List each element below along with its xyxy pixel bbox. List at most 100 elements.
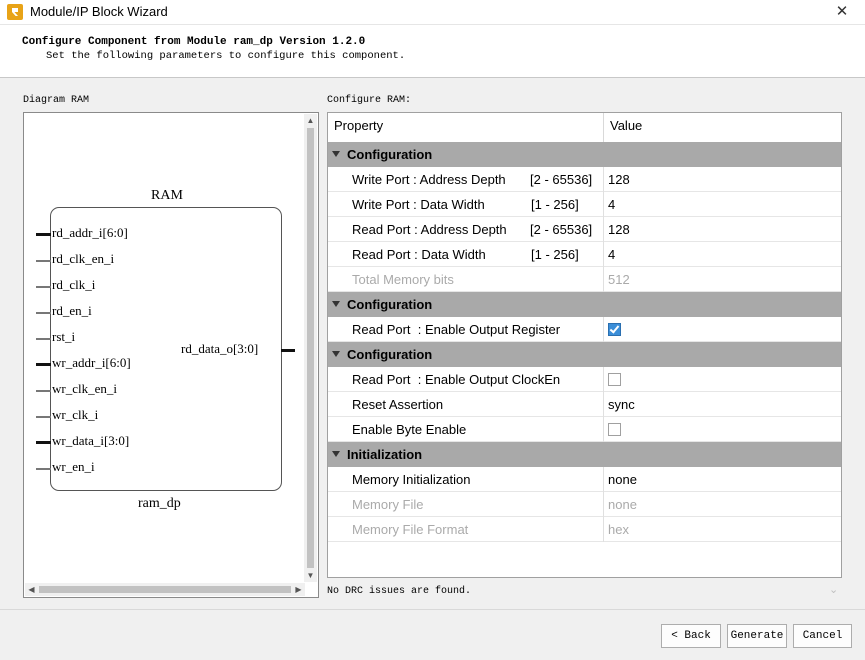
column-divider [603, 367, 604, 392]
group-row[interactable]: Configuration [328, 142, 841, 167]
port-label: rd_data_o[3:0] [181, 341, 259, 356]
table-row: Memory File Format hex [328, 517, 841, 542]
drc-status: No DRC issues are found. [327, 586, 472, 597]
column-divider [603, 167, 604, 192]
footer-separator [0, 609, 865, 610]
title-bar: Module/IP Block Wizard ✕ [0, 0, 865, 25]
column-divider [603, 317, 604, 342]
generate-button[interactable]: Generate [727, 624, 787, 648]
property-value[interactable]: 128 [608, 222, 630, 237]
property-name: Reset Assertion [352, 397, 444, 412]
port-label: rd_clk_en_i [52, 251, 115, 266]
column-divider [603, 267, 604, 292]
table-row[interactable]: Write Port : Data Width [1 - 256] 4 [328, 192, 841, 217]
app-icon [7, 4, 23, 20]
table-row[interactable]: Write Port : Address Depth [2 - 65536] 128 [328, 167, 841, 192]
property-value[interactable]: none [608, 472, 637, 487]
port-label: wr_clk_en_i [52, 381, 117, 396]
value-checkbox[interactable] [608, 323, 621, 336]
table-row: Total Memory bits 512 [328, 267, 841, 292]
group-row[interactable]: Configuration [328, 342, 841, 367]
port-pin [36, 312, 51, 314]
group-label: Configuration [347, 347, 433, 362]
property-value[interactable]: 128 [608, 172, 630, 187]
port-label: rst_i [52, 329, 76, 344]
table-row[interactable]: Read Port : Data Width [1 - 256] 4 [328, 242, 841, 267]
port-pin [36, 416, 51, 418]
port-pin [36, 441, 51, 444]
port-pin [281, 349, 295, 352]
chevron-down-icon[interactable]: ⌄ [829, 583, 838, 596]
ram-block-name: ram_dp [138, 496, 181, 511]
ram-block-title: RAM [151, 188, 183, 203]
column-divider [603, 467, 604, 492]
group-label: Configuration [347, 297, 433, 312]
scroll-thumb[interactable] [39, 586, 291, 593]
property-value[interactable]: 4 [608, 247, 615, 262]
header-title: Configure Component from Module ram_dp V… [22, 36, 366, 48]
property-table: Property Value Configuration Write Port :… [327, 112, 842, 578]
diagram-label: Diagram RAM [23, 95, 90, 106]
port-pin [36, 390, 51, 392]
window-title: Module/IP Block Wizard [30, 4, 168, 19]
column-divider [603, 192, 604, 217]
column-header-value: Value [610, 118, 643, 133]
property-range: [2 - 65536] [530, 222, 593, 237]
column-divider[interactable] [603, 113, 604, 142]
port-label: wr_data_i[3:0] [52, 433, 130, 448]
value-checkbox[interactable] [608, 373, 621, 386]
column-divider [603, 392, 604, 417]
group-row[interactable]: Initialization [328, 442, 841, 467]
config-label: Configure RAM: [327, 95, 412, 106]
wizard-header: Configure Component from Module ram_dp V… [0, 25, 865, 78]
diagram-panel: RAM rd_addr_i[6:0] rd_clk_en_i rd_clk_i rd_… [23, 112, 319, 598]
property-range: [1 - 256] [531, 247, 579, 262]
property-name: Enable Byte Enable [352, 422, 467, 437]
header-subtitle: Set the following parameters to configur… [46, 50, 406, 62]
property-range: [1 - 256] [531, 197, 579, 212]
property-name: Read Port : Enable Output Register [352, 322, 561, 337]
port-label: wr_clk_i [52, 407, 99, 422]
column-header-property: Property [334, 118, 384, 133]
chevron-down-icon[interactable] [332, 351, 340, 357]
back-button[interactable]: < Back [661, 624, 721, 648]
property-name: Read Port : Data Width [352, 247, 486, 262]
diagram-vertical-scrollbar[interactable]: ▲ ▼ [304, 114, 317, 582]
chevron-down-icon[interactable] [332, 151, 340, 157]
column-divider [603, 492, 604, 517]
group-label: Initialization [347, 447, 423, 462]
diagram-horizontal-scrollbar[interactable]: ◀ ▶ [25, 583, 305, 596]
property-name: Read Port : Address Depth [352, 222, 507, 237]
table-row[interactable]: Memory Initialization none [328, 467, 841, 492]
port-label: wr_en_i [52, 459, 95, 474]
chevron-down-icon[interactable] [332, 451, 340, 457]
port-pin [36, 286, 51, 288]
table-row[interactable]: Enable Byte Enable [328, 417, 841, 442]
property-name: Read Port : Enable Output ClockEn [352, 372, 561, 387]
port-pin [36, 260, 51, 262]
scroll-left-icon[interactable]: ◀ [25, 583, 38, 596]
scroll-right-icon[interactable]: ▶ [292, 583, 305, 596]
chevron-down-icon[interactable] [332, 301, 340, 307]
port-label: rd_en_i [52, 303, 92, 318]
scroll-up-icon[interactable]: ▲ [304, 114, 317, 127]
group-row[interactable]: Configuration [328, 292, 841, 317]
table-row[interactable]: Reset Assertion sync [328, 392, 841, 417]
column-divider [603, 242, 604, 267]
column-divider [603, 217, 604, 242]
property-value[interactable]: 4 [608, 197, 615, 212]
table-header: Property Value [328, 113, 841, 143]
group-label: Configuration [347, 147, 433, 162]
scroll-thumb[interactable] [307, 128, 314, 568]
scroll-down-icon[interactable]: ▼ [304, 569, 317, 582]
value-checkbox[interactable] [608, 423, 621, 436]
property-value[interactable]: sync [608, 397, 635, 412]
property-name: Memory File [352, 497, 424, 512]
table-row[interactable]: Read Port : Enable Output Register [328, 317, 841, 342]
port-pin [36, 363, 51, 366]
port-label: rd_clk_i [52, 277, 96, 292]
table-row[interactable]: Read Port : Enable Output ClockEn [328, 367, 841, 392]
cancel-button[interactable]: Cancel [793, 624, 852, 648]
table-row[interactable]: Read Port : Address Depth [2 - 65536] 128 [328, 217, 841, 242]
close-button[interactable]: ✕ [819, 0, 865, 24]
